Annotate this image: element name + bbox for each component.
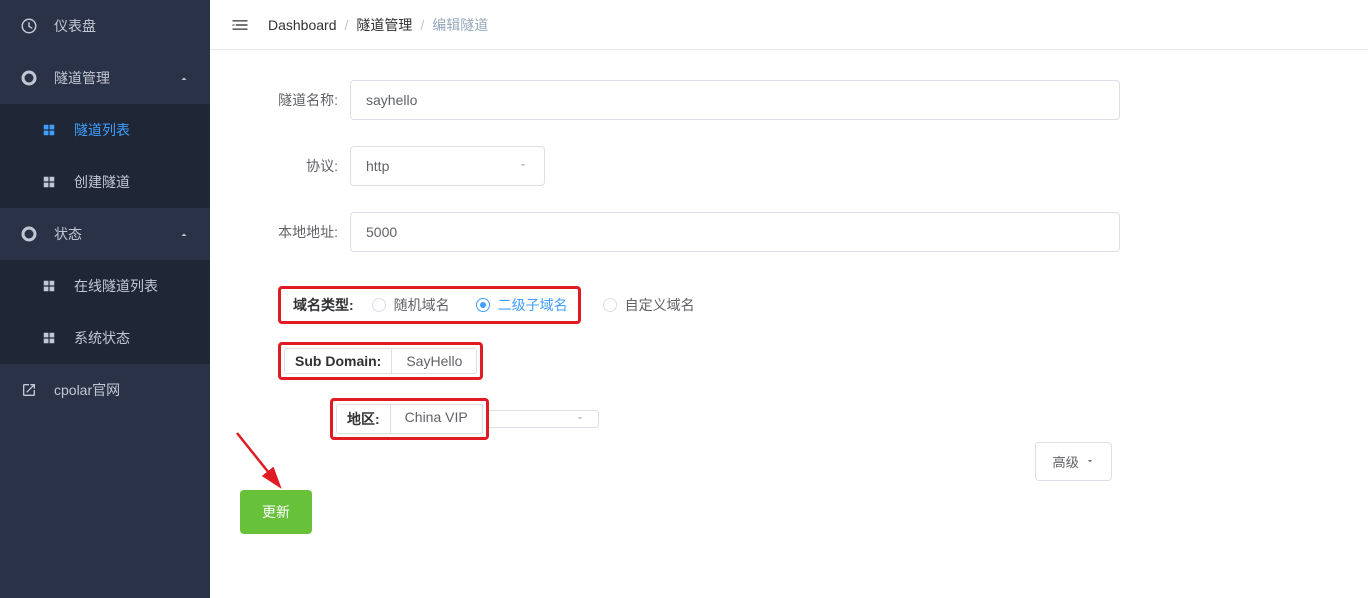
sidebar-item-cpolar-site[interactable]: cpolar官网 <box>0 364 210 416</box>
grid-icon <box>40 277 58 295</box>
radio-label: 自定义域名 <box>625 295 695 315</box>
grid-icon <box>40 121 58 139</box>
sidebar-item-label: 状态 <box>54 224 82 244</box>
radio-random-domain[interactable]: 随机域名 <box>372 295 450 315</box>
highlight-domain-type: 域名类型: 随机域名 二级子域名 <box>278 286 581 324</box>
radio-custom-domain[interactable]: 自定义域名 <box>603 295 695 315</box>
form-row-domain-type: 域名类型: 随机域名 二级子域名 自定义域名 <box>240 286 1338 324</box>
radio-circle-icon <box>476 298 490 312</box>
status-icon <box>20 225 38 243</box>
protocol-value: http <box>366 158 389 174</box>
sidebar-item-create-tunnel[interactable]: 创建隧道 <box>0 156 210 208</box>
sidebar-item-label: 隧道管理 <box>54 68 110 88</box>
form-row-local-addr: 本地地址: <box>240 212 1338 252</box>
sidebar-item-online-tunnels[interactable]: 在线隧道列表 <box>0 260 210 312</box>
protocol-label: 协议: <box>240 156 350 176</box>
form-row-tunnel-name: 隧道名称: <box>240 80 1338 120</box>
form-row-region: 地区: China VIP <box>240 398 1338 440</box>
chevron-up-icon <box>178 226 190 242</box>
main-content: Dashboard / 隧道管理 / 编辑隧道 隧道名称: 协议: http <box>210 0 1368 598</box>
sidebar-item-dashboard[interactable]: 仪表盘 <box>0 0 210 52</box>
radio-label: 随机域名 <box>394 295 450 315</box>
radio-circle-icon <box>372 298 386 312</box>
sidebar-item-label: 系统状态 <box>74 328 130 348</box>
form-content: 隧道名称: 协议: http 本地地址: <box>210 50 1368 598</box>
sidebar-item-system-status[interactable]: 系统状态 <box>0 312 210 364</box>
sidebar-item-tunnel-list[interactable]: 隧道列表 <box>0 104 210 156</box>
local-addr-input[interactable] <box>350 212 1120 252</box>
subdomain-group: Sub Domain: SayHello <box>284 348 477 374</box>
update-button[interactable]: 更新 <box>240 490 312 534</box>
sidebar: 仪表盘 隧道管理 隧道列表 创建隧道 状态 <box>0 0 210 598</box>
radio-label: 二级子域名 <box>498 295 568 315</box>
breadcrumb-separator: / <box>420 17 424 33</box>
sidebar-item-status[interactable]: 状态 <box>0 208 210 260</box>
sidebar-item-label: 隧道列表 <box>74 120 130 140</box>
chevron-down-icon <box>517 158 529 174</box>
protocol-select[interactable]: http <box>350 146 545 186</box>
dashboard-icon <box>20 17 38 35</box>
sidebar-item-tunnel-manage[interactable]: 隧道管理 <box>0 52 210 104</box>
breadcrumb-current: 编辑隧道 <box>432 15 488 35</box>
form-row-protocol: 协议: http <box>240 146 1338 186</box>
breadcrumb-link-tunnel-manage[interactable]: 隧道管理 <box>356 15 412 35</box>
tunnel-icon <box>20 69 38 87</box>
domain-type-radio-group: 随机域名 二级子域名 <box>372 295 568 315</box>
region-select[interactable] <box>489 410 599 428</box>
header: Dashboard / 隧道管理 / 编辑隧道 <box>210 0 1368 50</box>
grid-icon <box>40 173 58 191</box>
highlight-subdomain: Sub Domain: SayHello <box>278 342 483 380</box>
chevron-up-icon <box>178 70 190 86</box>
tunnel-name-label: 隧道名称: <box>240 90 350 110</box>
sidebar-item-label: 创建隧道 <box>74 172 130 192</box>
sidebar-item-label: 在线隧道列表 <box>74 276 158 296</box>
radio-circle-icon <box>603 298 617 312</box>
breadcrumb-separator: / <box>345 17 349 33</box>
subdomain-label: Sub Domain: <box>285 349 392 373</box>
breadcrumb-link-dashboard[interactable]: Dashboard <box>268 17 337 33</box>
form-row-subdomain: Sub Domain: SayHello <box>240 342 1338 380</box>
region-label: 地区: <box>336 404 391 434</box>
domain-type-label: 域名类型: <box>293 295 372 315</box>
advanced-label: 高级 <box>1052 452 1079 471</box>
grid-icon <box>40 329 58 347</box>
highlight-region: 地区: China VIP <box>330 398 489 440</box>
sidebar-item-label: 仪表盘 <box>54 16 96 36</box>
radio-subdomain[interactable]: 二级子域名 <box>476 295 568 315</box>
sidebar-item-label: cpolar官网 <box>54 380 120 400</box>
chevron-down-icon <box>574 411 586 427</box>
local-addr-label: 本地地址: <box>240 222 350 242</box>
subdomain-input[interactable]: SayHello <box>392 349 476 373</box>
external-link-icon <box>20 381 38 399</box>
advanced-button[interactable]: 高级 <box>1035 442 1112 481</box>
tunnel-name-input[interactable] <box>350 80 1120 120</box>
breadcrumb: Dashboard / 隧道管理 / 编辑隧道 <box>268 15 488 35</box>
region-value: China VIP <box>391 404 483 434</box>
caret-down-icon <box>1085 454 1095 469</box>
sidebar-toggle-button[interactable] <box>230 15 250 35</box>
